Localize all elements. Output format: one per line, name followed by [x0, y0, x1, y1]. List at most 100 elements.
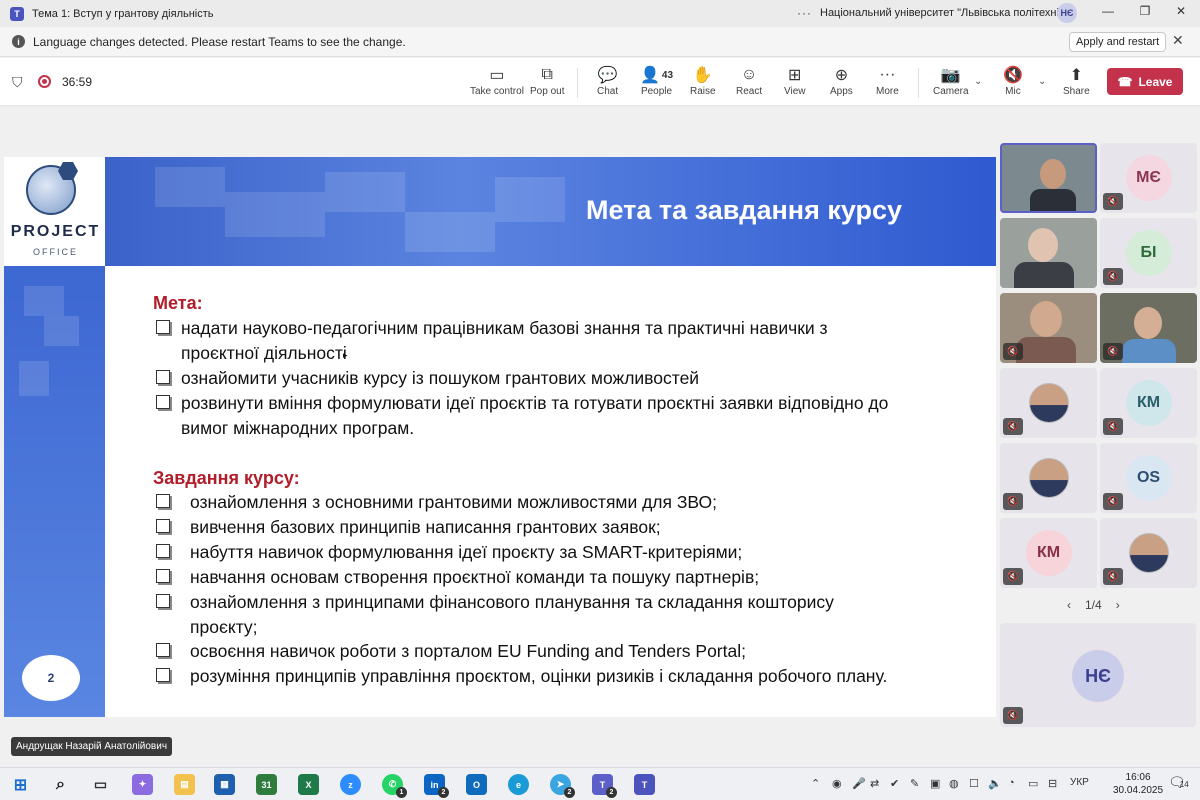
apps-button[interactable]: ⊕ Apps [830, 64, 853, 97]
notifications-icon[interactable]: 🗨14 [1168, 774, 1195, 791]
whatsapp-icon[interactable]: ✆ 1 [382, 774, 407, 798]
gallery-pager: ‹ 1/4 › [1067, 598, 1120, 612]
banner-message: Language changes detected. Please restar… [33, 34, 406, 49]
excel-icon[interactable]: X [298, 774, 319, 795]
telegram-icon[interactable]: ➤ 2 [550, 774, 575, 798]
windows-taskbar: ⊞ ⌕ ▭ ✦ ▤ ▦ 31 X z ✆ 1 in 2 O e ➤ 2 T2 T ⌃ … [0, 767, 1200, 800]
zoom-icon[interactable]: z [340, 774, 361, 795]
taskbar-badge: 2 [606, 787, 617, 798]
take-control-button[interactable]: ▭ Take control [470, 64, 524, 97]
participant-tile[interactable]: КМ 🔇 [1000, 518, 1097, 588]
store-icon[interactable]: ▦ [214, 774, 235, 795]
teams-meeting-icon[interactable]: T [634, 774, 655, 795]
wifi-icon[interactable]: ◔ [1008, 777, 1015, 789]
mic-muted-icon: 🔇 [1003, 568, 1023, 585]
decor-square [24, 286, 64, 316]
tray-app-icon[interactable]: ◍ [949, 777, 959, 790]
checkbox-icon [156, 519, 170, 533]
goal-heading: Мета: [153, 293, 203, 313]
tray-app-icon[interactable]: ▣ [930, 777, 940, 790]
participant-tile[interactable]: 🔇 [1100, 518, 1197, 588]
participant-tile[interactable]: БІ 🔇 [1100, 218, 1197, 288]
tray-app-icon[interactable]: ✎ [910, 777, 919, 790]
calendar-app-icon[interactable]: 31 [256, 774, 277, 795]
battery-icon[interactable]: ▭ [1028, 777, 1038, 790]
more-button[interactable]: ··· More [876, 64, 899, 97]
gallery-page-indicator: 1/4 [1085, 598, 1102, 612]
banner-close-icon[interactable]: ✕ [1172, 32, 1184, 49]
checkbox-icon [156, 370, 170, 384]
outlook-icon[interactable]: O [466, 774, 487, 795]
pop-out-button[interactable]: ⧉ Pop out [530, 64, 564, 97]
task-view-icon[interactable]: ▭ [90, 774, 111, 795]
more-options-icon[interactable]: ··· [797, 6, 812, 20]
restore-icon[interactable]: ❐ [1135, 4, 1155, 22]
teams-icon[interactable]: T2 [592, 774, 617, 798]
react-button[interactable]: ☺ React [736, 64, 762, 97]
linkedin-icon[interactable]: in 2 [424, 774, 449, 798]
user-avatar[interactable]: НЄ [1057, 3, 1077, 23]
tray-app-icon[interactable]: ◉ [832, 777, 842, 790]
info-icon: i [12, 35, 25, 48]
windows-start-icon[interactable]: ⊞ [10, 774, 31, 795]
logo-title: PROJECT [10, 223, 101, 240]
tray-app-icon[interactable]: ✔ [890, 777, 899, 790]
mic-options-chevron-icon[interactable]: ⌄ [1038, 76, 1046, 87]
tray-app-icon[interactable]: ⊟ [1048, 777, 1057, 790]
task-item: вивчення базових принципів написання гра… [190, 517, 661, 537]
camera-button[interactable]: 📷 Camera [933, 64, 969, 97]
apply-and-restart-button[interactable]: Apply and restart [1069, 32, 1167, 52]
mic-muted-icon: 🔇 [1103, 418, 1123, 435]
presenter-name-tag: Андрущак Назарій Анатолійович [11, 737, 173, 756]
people-button[interactable]: 👤 43 People [640, 64, 673, 97]
participant-tile[interactable]: OS 🔇 [1100, 443, 1197, 513]
participant-video-tile[interactable] [1000, 218, 1097, 288]
mic-label: Mic [1005, 86, 1021, 97]
slide-page-number: 2 [22, 655, 80, 701]
share-button[interactable]: ⬆ Share [1063, 64, 1090, 97]
camera-options-chevron-icon[interactable]: ⌄ [974, 76, 982, 87]
participant-tile[interactable]: 🔇 [1000, 443, 1097, 513]
participant-video-tile[interactable] [1000, 143, 1097, 213]
self-view-tile[interactable]: НЄ 🔇 [1000, 623, 1196, 727]
leave-button[interactable]: ☎ Leave [1107, 68, 1183, 95]
goal-item: ознайомити учасників курсу із пошуком гр… [181, 368, 700, 388]
minimize-icon[interactable]: — [1098, 4, 1118, 22]
edge-icon[interactable]: e [508, 774, 529, 795]
chevron-left-icon[interactable]: ‹ [1067, 598, 1071, 612]
goal-item: вимог міжнародних програм. [181, 418, 415, 438]
microphone-icon[interactable]: 🎤 [852, 777, 866, 790]
leave-label: Leave [1138, 74, 1173, 89]
shield-icon[interactable]: ⛉ [12, 74, 23, 91]
sync-icon[interactable]: ⇄ [870, 777, 879, 790]
participant-tile[interactable]: МЄ 🔇 [1100, 143, 1197, 213]
copilot-icon[interactable]: ✦ [132, 774, 153, 795]
chat-icon: 💬 [597, 67, 618, 84]
shared-slide: PROJECT OFFICE Мета та завдання курсу 2 … [4, 157, 996, 717]
chevron-up-icon[interactable]: ⌃ [811, 777, 820, 790]
participant-tile[interactable]: КМ 🔇 [1100, 368, 1197, 438]
participant-video-tile[interactable]: 🔇 [1100, 293, 1197, 363]
taskbar-badge: 1 [396, 787, 407, 798]
view-button[interactable]: ⊞ View [784, 64, 806, 97]
volume-icon[interactable]: 🔈 [988, 777, 1002, 790]
chevron-right-icon[interactable]: › [1116, 598, 1120, 612]
phone-hangup-icon: ☎ [1117, 74, 1133, 89]
file-explorer-icon[interactable]: ▤ [174, 774, 195, 795]
participant-shirt [1014, 262, 1074, 288]
participant-video-tile[interactable]: 🔇 [1000, 293, 1097, 363]
mic-muted-icon: 🔇 [1103, 268, 1123, 285]
search-icon[interactable]: ⌕ [50, 774, 71, 795]
chat-button[interactable]: 💬 Chat [597, 64, 618, 97]
organization-name[interactable]: Національний університет "Львівська полі… [820, 7, 1074, 19]
system-clock[interactable]: 16:06 30.04.2025 [1113, 771, 1163, 797]
task-item: освоєння навичок роботи з порталом EU Fu… [190, 641, 746, 661]
raise-button[interactable]: ✋ Raise [690, 64, 716, 97]
take-control-label: Take control [470, 86, 524, 97]
mic-button[interactable]: 🔇 Mic [1003, 64, 1023, 97]
close-window-icon[interactable]: ✕ [1171, 4, 1191, 22]
language-indicator[interactable]: УКР [1070, 777, 1089, 788]
tray-app-icon[interactable]: ☐ [969, 777, 979, 790]
participant-tile[interactable]: 🔇 [1000, 368, 1097, 438]
screen-control-icon: ▭ [489, 67, 505, 84]
